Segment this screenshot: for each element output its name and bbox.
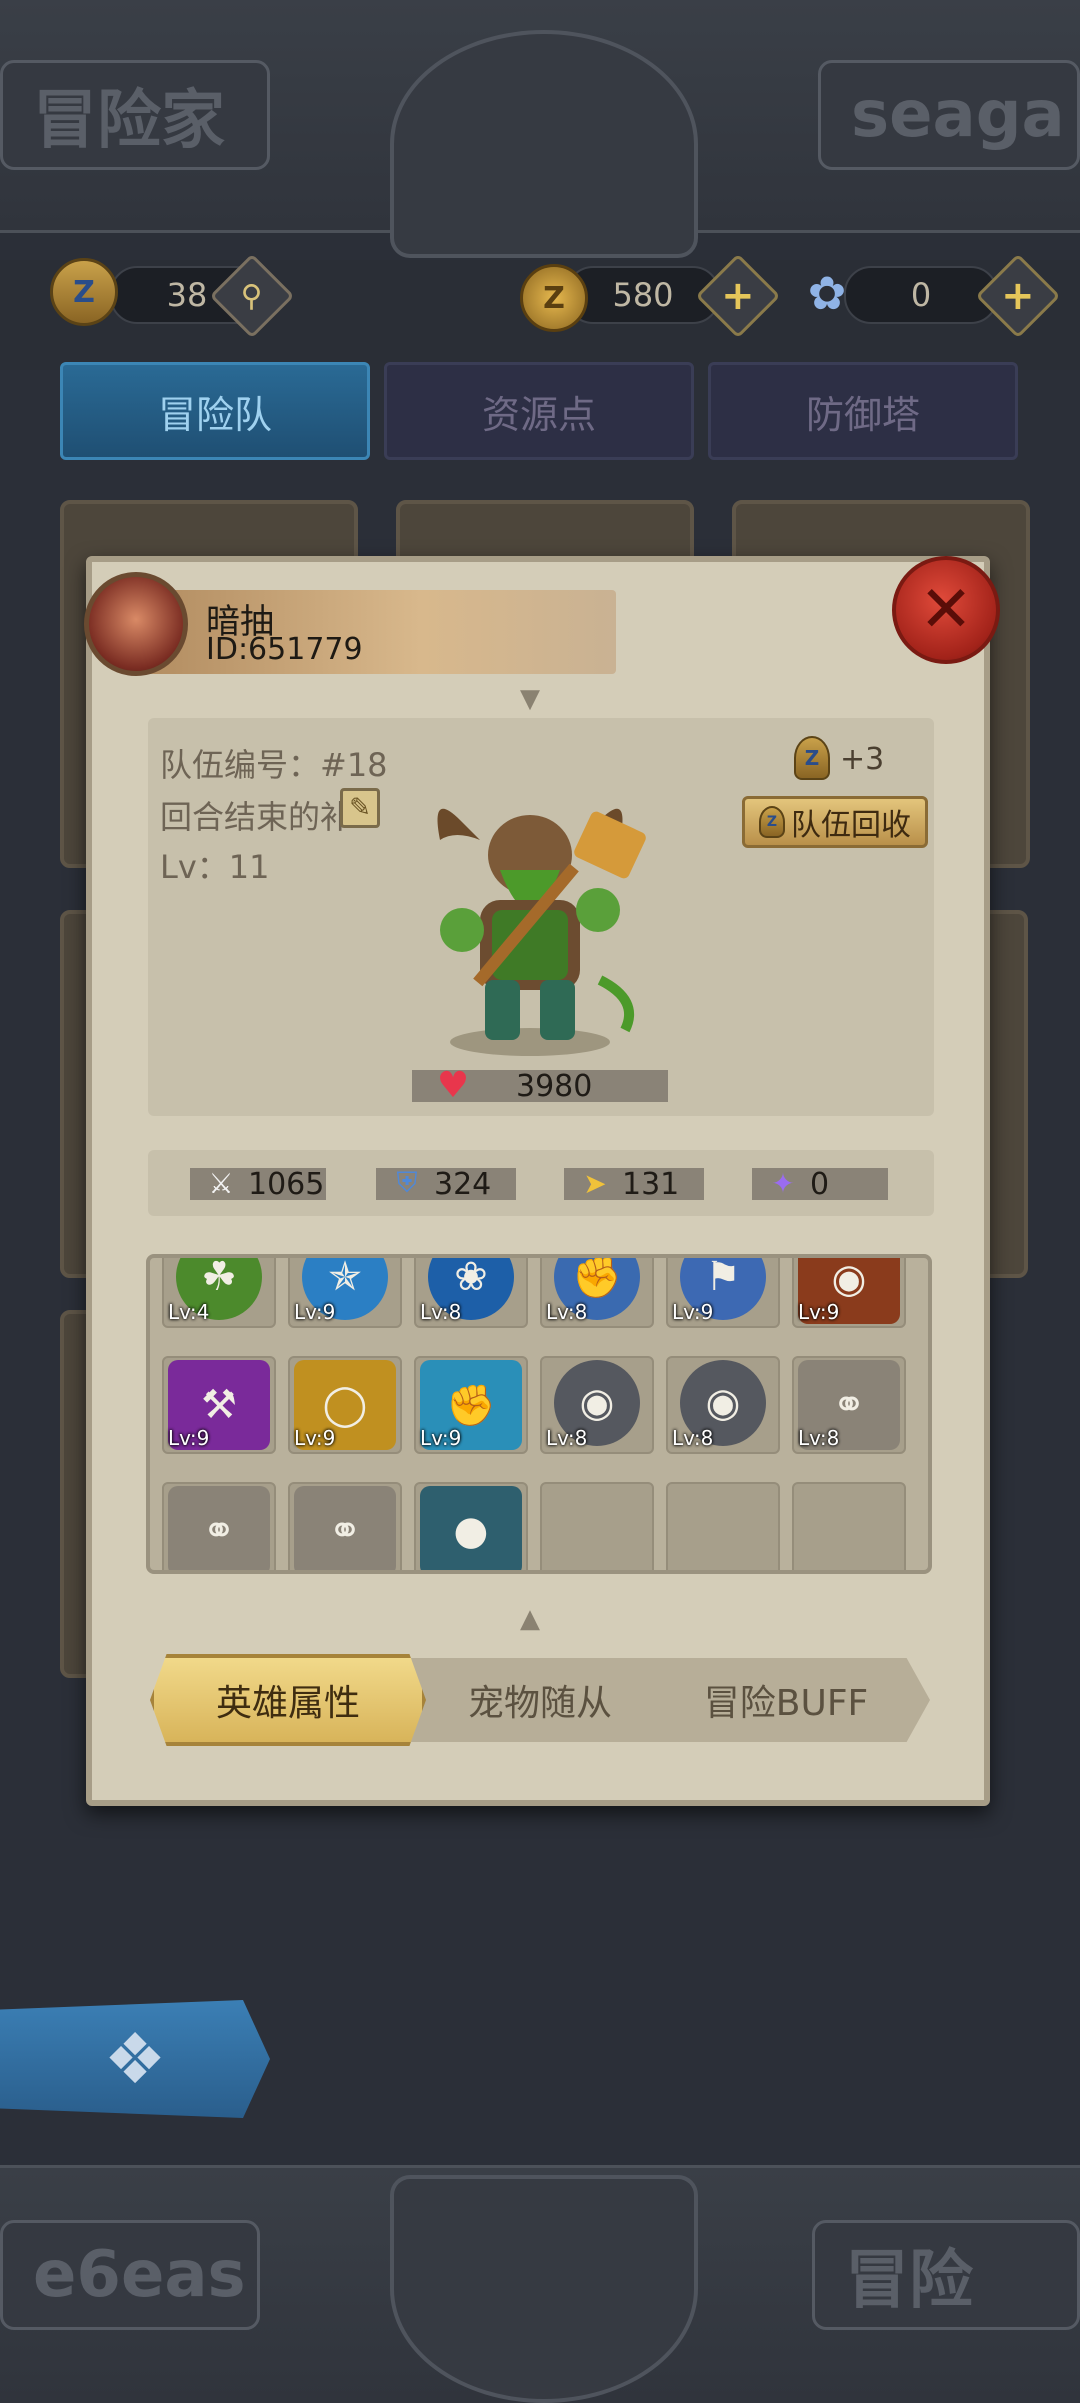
tab-adventure-buff[interactable]: 冒险BUFF	[664, 1654, 908, 1746]
nav-corner-button[interactable]: ❖	[0, 2000, 270, 2118]
close-button[interactable]: ✕	[892, 556, 1000, 664]
amulet-icon: ⚭	[168, 1486, 270, 1570]
top-right-plaque: seaga	[818, 60, 1080, 170]
equipment-slot[interactable]: ☘ Lv:4	[162, 1258, 276, 1328]
equipment-slot[interactable]	[666, 1482, 780, 1570]
equipment-grid: ☘ Lv:4 ✯ Lv:9 ❀ Lv:8 ✊ Lv:8 ⚑ Lv:9 ◉ Lv:9 ⚒ Lv:9 ◯ Lv:9…	[146, 1254, 932, 1574]
equipment-slot[interactable]: ◉ Lv:9	[792, 1258, 906, 1328]
top-emblem	[390, 30, 698, 258]
equipment-slot[interactable]	[540, 1482, 654, 1570]
magic-value: 0	[810, 1166, 830, 1202]
equipment-slot[interactable]: ⚒ Lv:9	[162, 1356, 276, 1454]
player-id: ID:651779	[206, 632, 363, 667]
close-icon: ✕	[919, 573, 973, 647]
equipment-slot[interactable]: ●	[414, 1482, 528, 1570]
tab-hero-attributes[interactable]: 英雄属性	[150, 1654, 426, 1746]
shell-count: 0	[844, 266, 998, 324]
sword-icon: ⚔	[208, 1166, 234, 1200]
player-avatar[interactable]	[84, 572, 188, 676]
orb-icon: ●	[420, 1486, 522, 1570]
equipment-slot[interactable]: ⚭	[288, 1482, 402, 1570]
amulet-icon: ⚭	[294, 1486, 396, 1570]
tab-pet-followers[interactable]: 宠物随从	[416, 1654, 664, 1746]
round-end-label: 回合结束的补	[160, 798, 353, 836]
equipment-slot[interactable]	[792, 1482, 906, 1570]
equipment-slot[interactable]: ◉ Lv:8	[540, 1356, 654, 1454]
reward-badge-icon: Z	[794, 736, 830, 780]
heart-icon: ♥	[436, 1064, 470, 1106]
magic-stat: ✦ 0	[752, 1166, 888, 1202]
tab-defense-tower[interactable]: 防御塔	[708, 362, 1018, 460]
item-level: Lv:8	[546, 1300, 588, 1324]
badge-icon: Z	[50, 258, 118, 326]
compass-diamond-icon: ❖	[103, 2018, 167, 2100]
item-level: Lv:9	[294, 1300, 336, 1324]
edit-icon[interactable]: ✎	[340, 788, 380, 828]
speed-value: 131	[622, 1166, 680, 1202]
shell-icon: ✿	[807, 266, 847, 320]
player-name-ribbon	[128, 590, 616, 674]
defense-stat: ⛨ 324	[376, 1166, 516, 1202]
item-level: Lv:9	[168, 1426, 210, 1450]
hp-value: 3980	[516, 1068, 593, 1104]
equipment-slot[interactable]: ⚭	[162, 1482, 276, 1570]
equipment-slot[interactable]: ❀ Lv:8	[414, 1258, 528, 1328]
team-recycle-button[interactable]: Z 队伍回收	[742, 796, 928, 848]
hero-sprite	[437, 808, 646, 1056]
recycle-badge-icon: Z	[759, 806, 785, 838]
team-number: 队伍编号：#18	[160, 746, 388, 784]
equipment-slot[interactable]: ✯ Lv:9	[288, 1258, 402, 1328]
item-level: Lv:9	[294, 1426, 336, 1450]
equipment-slot[interactable]: ✊ Lv:8	[540, 1258, 654, 1328]
equipment-slot[interactable]: ◉ Lv:8	[666, 1356, 780, 1454]
top-left-plaque: 冒险家	[0, 60, 270, 170]
item-level: Lv:8	[420, 1300, 462, 1324]
item-level: Lv:9	[420, 1426, 462, 1450]
bottom-emblem	[390, 2175, 698, 2403]
item-level: Lv:8	[798, 1426, 840, 1450]
chevron-up-icon: ▲	[520, 1604, 540, 1634]
equipment-slot[interactable]: ⚭ Lv:8	[792, 1356, 906, 1454]
hp-bar: ♥ 3980	[412, 1065, 668, 1106]
shield-icon: ⛨	[396, 1166, 418, 1199]
tab-resource-points[interactable]: 资源点	[384, 362, 694, 460]
item-level: Lv:4	[168, 1300, 210, 1324]
defense-value: 324	[434, 1166, 492, 1202]
reward-amount: +3	[840, 742, 885, 777]
recycle-label: 队伍回收	[791, 808, 911, 843]
item-level: Lv:9	[798, 1300, 840, 1324]
item-level: Lv:8	[672, 1426, 714, 1450]
item-level: Lv:8	[546, 1426, 588, 1450]
magic-wand-icon: ✦	[771, 1166, 795, 1200]
bottom-right-plaque: 冒险	[812, 2220, 1080, 2330]
team-level: Lv：11	[160, 848, 270, 886]
attack-stat: ⚔ 1065	[190, 1166, 326, 1202]
bottom-left-plaque: e6eas	[0, 2220, 260, 2330]
chevron-down-icon: ▼	[520, 684, 540, 714]
item-level: Lv:9	[672, 1300, 714, 1324]
equipment-slot[interactable]: ✊ Lv:9	[414, 1356, 528, 1454]
tab-adventure-team[interactable]: 冒险队	[60, 362, 370, 460]
boot-icon: ➤	[583, 1166, 607, 1200]
speed-stat: ➤ 131	[564, 1166, 704, 1202]
equipment-slot[interactable]: ◯ Lv:9	[288, 1356, 402, 1454]
equipment-slot[interactable]: ⚑ Lv:9	[666, 1258, 780, 1328]
attack-value: 1065	[248, 1166, 325, 1202]
coin-icon: Z	[520, 264, 588, 332]
